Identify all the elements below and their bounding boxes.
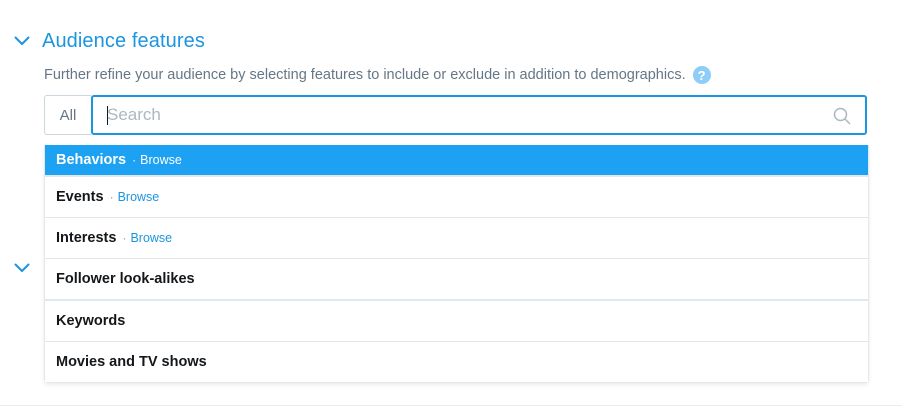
help-icon[interactable]: ?: [692, 66, 711, 84]
dropdown-item-movies-and-tv-shows[interactable]: Movies and TV shows: [45, 341, 868, 382]
search-row: All: [44, 95, 867, 135]
separator: ·: [122, 231, 127, 245]
dropdown-item-behaviors[interactable]: Behaviors · Browse: [45, 145, 868, 175]
item-label: Events: [56, 189, 104, 205]
separator: ·: [132, 153, 137, 167]
item-label: Behaviors: [56, 152, 127, 168]
dropdown-item-follower-look-alikes[interactable]: Follower look-alikes: [45, 258, 868, 299]
audience-features-toggle[interactable]: Audience features: [14, 28, 205, 54]
text-caret: [107, 106, 108, 125]
search-input[interactable]: [93, 97, 865, 133]
search-box: [91, 95, 867, 135]
section-divider: [0, 405, 902, 406]
separator: ·: [109, 190, 114, 204]
chevron-down-icon[interactable]: [14, 263, 30, 273]
chevron-down-icon: [14, 36, 30, 45]
item-label: Movies and TV shows: [56, 354, 207, 370]
section-title: Audience features: [42, 29, 205, 52]
browse-link[interactable]: Browse: [118, 190, 160, 204]
dropdown-item-interests[interactable]: Interests · Browse: [45, 217, 868, 258]
section-description: Further refine your audience by selectin…: [44, 65, 711, 85]
scope-all-button[interactable]: All: [44, 95, 91, 135]
dropdown-item-keywords[interactable]: Keywords: [45, 299, 868, 341]
search-icon: [833, 107, 851, 125]
browse-link[interactable]: Browse: [130, 231, 172, 245]
browse-link[interactable]: Browse: [140, 153, 182, 167]
dropdown-item-events[interactable]: Events · Browse: [45, 175, 868, 217]
item-label: Follower look-alikes: [56, 271, 195, 287]
item-label: Keywords: [56, 313, 126, 329]
search-suggestions-dropdown: Behaviors · Browse Events · Browse Inter…: [44, 145, 869, 383]
description-text: Further refine your audience by selectin…: [44, 67, 686, 83]
item-label: Interests: [56, 230, 117, 246]
